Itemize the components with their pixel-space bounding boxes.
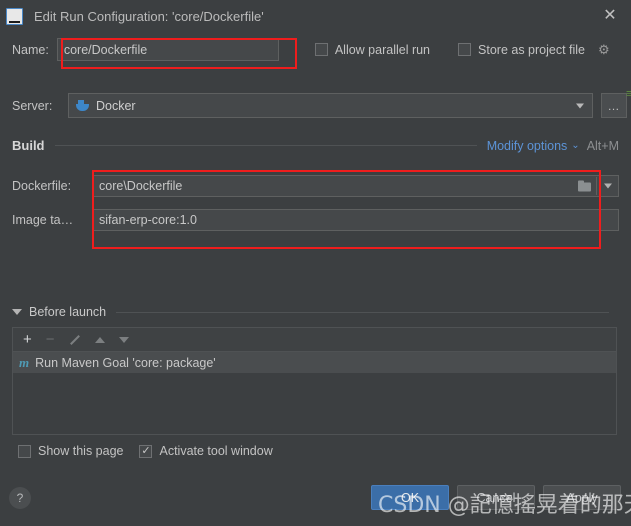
help-button[interactable]: ?	[9, 487, 31, 509]
show-this-page-checkbox[interactable]	[18, 444, 31, 458]
chevron-down-icon[interactable]: ⌄	[571, 140, 579, 151]
dialog-title: Edit Run Configuration: 'core/Dockerfile…	[34, 8, 264, 24]
section-divider	[116, 311, 609, 313]
maven-icon: m	[19, 355, 30, 370]
activate-tool-window-checkbox[interactable]	[139, 444, 153, 458]
modify-options-link[interactable]: Modify options	[487, 139, 568, 153]
activate-tool-window-label: Activate tool window	[159, 444, 273, 458]
list-item-label: Run Maven Goal 'core: package'	[35, 355, 216, 370]
remove-icon[interactable]: −	[46, 332, 55, 347]
chevron-down-icon	[576, 103, 584, 108]
store-as-project-file-checkbox[interactable]	[458, 43, 472, 56]
intellij-idea-logo-icon	[6, 7, 23, 25]
server-row: Server: Docker …	[12, 93, 627, 118]
allow-parallel-run-label: Allow parallel run	[334, 42, 431, 57]
show-this-page-checkbox-row[interactable]: Show this page	[18, 444, 123, 458]
section-divider	[54, 145, 477, 146]
edit-pencil-icon[interactable]	[69, 334, 81, 346]
divider	[596, 177, 597, 195]
move-down-icon[interactable]	[118, 336, 129, 343]
server-combobox[interactable]: Docker	[68, 93, 593, 118]
before-launch-list[interactable]: m Run Maven Goal 'core: package'	[12, 351, 617, 435]
store-as-project-file-checkbox-row[interactable]: Store as project file ⚙	[458, 43, 612, 57]
name-input[interactable]: core/Dockerfile	[56, 38, 279, 61]
bottom-options-row: Show this page Activate tool window	[18, 444, 273, 458]
docker-whale-icon	[75, 99, 90, 112]
list-item[interactable]: m Run Maven Goal 'core: package'	[13, 352, 616, 373]
image-tag-label: Image ta…	[12, 213, 74, 227]
show-this-page-label: Show this page	[38, 444, 124, 458]
server-label: Server:	[12, 98, 53, 113]
close-icon[interactable]: ✕	[599, 5, 621, 27]
server-more-button[interactable]: …	[601, 93, 627, 118]
gear-icon[interactable]: ⚙	[598, 43, 612, 57]
name-label: Name:	[12, 42, 49, 57]
folder-icon[interactable]	[578, 180, 592, 192]
collapse-triangle-icon[interactable]	[12, 309, 22, 315]
dockerfile-input[interactable]: core\Dockerfile	[92, 175, 619, 197]
allow-parallel-run-checkbox-row[interactable]: Allow parallel run	[314, 42, 431, 57]
add-icon[interactable]: +	[23, 332, 32, 347]
title-bar: Edit Run Configuration: 'core/Dockerfile…	[0, 0, 631, 32]
allow-parallel-run-checkbox[interactable]	[314, 43, 328, 56]
name-row: Name: core/Dockerfile Allow parallel run…	[12, 38, 619, 61]
dockerfile-label: Dockerfile:	[12, 179, 72, 193]
image-tag-row: Image ta… sifan-erp-core:1.0	[12, 209, 619, 231]
edit-run-configuration-dialog: Edit Run Configuration: 'core/Dockerfile…	[0, 0, 631, 526]
chevron-down-icon[interactable]	[604, 183, 612, 189]
server-value: Docker	[96, 98, 136, 113]
activate-tool-window-checkbox-row[interactable]: Activate tool window	[139, 444, 273, 458]
store-as-project-file-label: Store as project file	[478, 42, 586, 57]
dockerfile-value: core\Dockerfile	[99, 179, 183, 193]
before-launch-title: Before launch	[29, 305, 107, 319]
before-launch-header[interactable]: Before launch	[12, 305, 619, 319]
modify-options-shortcut: Alt+M	[586, 138, 619, 153]
image-tag-input[interactable]: sifan-erp-core:1.0	[92, 209, 619, 231]
dockerfile-row: Dockerfile: core\Dockerfile	[12, 175, 619, 197]
csdn-watermark: CSDN @記憶搖晃着的那天	[378, 493, 631, 518]
before-launch-toolbar: + −	[12, 327, 617, 351]
build-section-header: Build Modify options ⌄ Alt+M	[12, 138, 619, 153]
move-up-icon[interactable]	[94, 336, 105, 343]
offscreen-edge-element: ≡	[626, 88, 631, 100]
build-section-title: Build	[12, 138, 45, 153]
